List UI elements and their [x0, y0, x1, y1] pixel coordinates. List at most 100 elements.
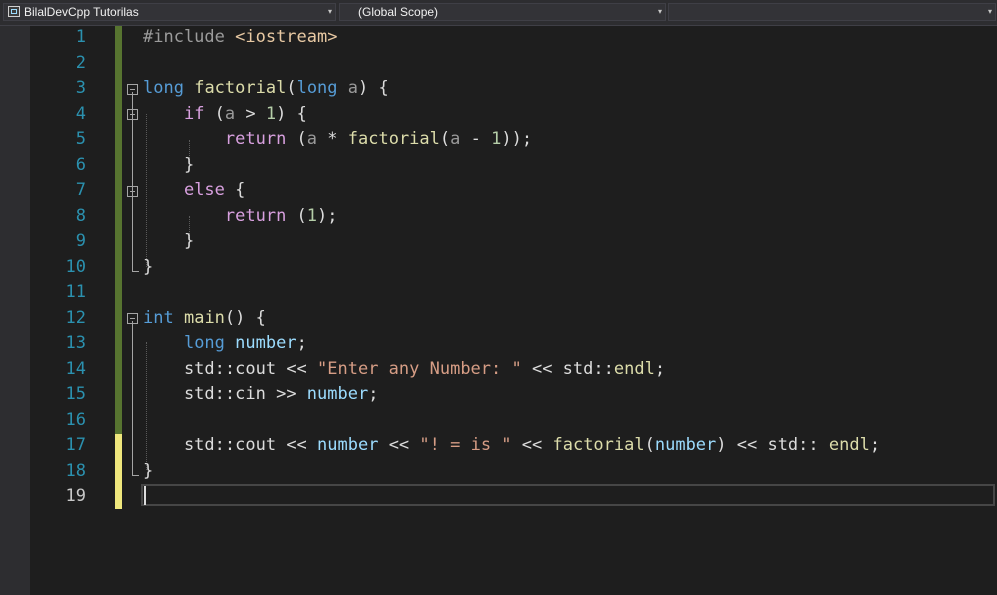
- code-line[interactable]: else {: [143, 178, 245, 204]
- editor-pane[interactable]: 1 2 3 4 5 6 7 8 9 10 11 12 13 14 15 16 17 18 19 #include <…: [0, 26, 997, 595]
- code-editor-window: BilalDevCpp Tutorilas ▾ (Global Scope) ▾…: [0, 0, 997, 595]
- code-line[interactable]: return (1);: [143, 204, 338, 230]
- collapse-icon[interactable]: [127, 84, 138, 95]
- code-token: main: [183, 307, 225, 328]
- code-token: endl: [613, 358, 655, 379]
- code-token: long: [143, 78, 184, 98]
- collapse-icon[interactable]: [127, 109, 138, 120]
- code-token: "! = is ": [419, 435, 512, 455]
- code-line[interactable]: std::cout << number << "! = is " << fact…: [143, 433, 880, 459]
- code-token: }: [143, 460, 154, 481]
- line-number: 11: [65, 282, 86, 302]
- code-token: ;: [368, 384, 379, 404]
- collapse-icon[interactable]: [127, 186, 138, 197]
- code-token: number: [654, 435, 717, 455]
- change-indicator-unsaved: [115, 434, 122, 509]
- code-token: (: [286, 78, 297, 98]
- project-dropdown[interactable]: BilalDevCpp Tutorilas ▾: [3, 3, 336, 21]
- code-token: <iostream>: [235, 27, 338, 47]
- line-number: 19: [65, 486, 86, 506]
- line-number: 14: [65, 358, 86, 379]
- code-token: (: [439, 129, 451, 149]
- line-number: 6: [75, 154, 86, 175]
- cpp-project-icon: [8, 6, 20, 17]
- code-line[interactable]: }: [143, 255, 153, 281]
- member-dropdown[interactable]: ▾: [668, 3, 996, 21]
- collapse-icon[interactable]: [127, 313, 138, 324]
- line-number: 18: [65, 460, 86, 481]
- code-token: cout: [235, 435, 277, 455]
- code-token: ) << std::: [716, 435, 829, 455]
- scope-dropdown[interactable]: (Global Scope) ▾: [339, 3, 666, 21]
- code-line[interactable]: }: [143, 459, 153, 485]
- code-token: -: [460, 129, 492, 149]
- code-token: a: [306, 129, 318, 149]
- current-line-highlight: [141, 484, 995, 506]
- code-token: {: [224, 180, 246, 200]
- code-token: 1: [491, 129, 502, 149]
- text-caret: [144, 486, 146, 505]
- code-line[interactable]: int main() {: [143, 306, 266, 332]
- code-line[interactable]: #include <iostream>: [143, 25, 337, 51]
- code-token: long: [296, 78, 338, 98]
- code-token: (: [286, 129, 307, 149]
- line-number: 5: [75, 129, 86, 149]
- line-number: 8: [75, 205, 86, 226]
- chevron-down-icon: ▾: [657, 7, 662, 16]
- code-token: std::: [143, 384, 236, 404]
- code-token: >>: [265, 384, 307, 404]
- scope-dropdown-label: (Global Scope): [358, 5, 439, 19]
- code-token: >: [235, 103, 266, 124]
- code-token: (: [204, 103, 225, 124]
- code-line[interactable]: }: [143, 153, 194, 179]
- code-line[interactable]: return (a * factorial(a - 1));: [143, 127, 532, 153]
- line-number: 10: [65, 256, 86, 277]
- change-indicator-saved: [115, 26, 122, 434]
- code-token: << std::: [521, 358, 614, 379]
- code-token: 1: [306, 205, 318, 226]
- code-line[interactable]: if (a > 1) {: [143, 102, 307, 128]
- line-number: 12: [65, 307, 86, 328]
- code-token: ;: [654, 358, 666, 379]
- code-token: number: [306, 384, 369, 404]
- line-number: 16: [65, 409, 86, 430]
- code-token: cin: [235, 384, 266, 404]
- outline-end: [132, 475, 139, 476]
- code-token: factorial: [194, 78, 287, 98]
- code-line[interactable]: std::cin >> number;: [143, 382, 379, 408]
- line-number: 7: [75, 180, 86, 200]
- code-token: ) {: [358, 78, 389, 98]
- code-token: return: [224, 129, 287, 149]
- code-token: }: [143, 231, 195, 251]
- code-token: 1: [265, 103, 277, 124]
- line-number: 9: [75, 231, 86, 251]
- code-token: <<: [511, 435, 553, 455]
- code-token: ;: [869, 435, 881, 455]
- code-token: long: [183, 333, 225, 353]
- project-dropdown-label: BilalDevCpp Tutorilas: [24, 5, 139, 19]
- code-token: "Enter any Number: ": [317, 358, 522, 379]
- code-token: }: [143, 256, 154, 277]
- code-line[interactable]: std::cout << "Enter any Number: " << std…: [143, 357, 665, 383]
- code-token: *: [317, 129, 348, 149]
- code-token: ));: [501, 129, 533, 149]
- code-line[interactable]: long factorial(long a) {: [143, 76, 389, 102]
- line-number: 3: [75, 78, 86, 98]
- code-token: std::: [143, 358, 236, 379]
- line-number: 1: [75, 27, 86, 47]
- code-token: }: [143, 154, 195, 175]
- line-number: 13: [65, 333, 86, 353]
- code-token: number: [317, 435, 379, 455]
- code-token: a: [224, 103, 236, 124]
- code-token: a: [347, 78, 359, 98]
- code-line[interactable]: }: [143, 229, 194, 255]
- code-line[interactable]: long number;: [143, 331, 307, 357]
- glyph-margin: [0, 26, 30, 595]
